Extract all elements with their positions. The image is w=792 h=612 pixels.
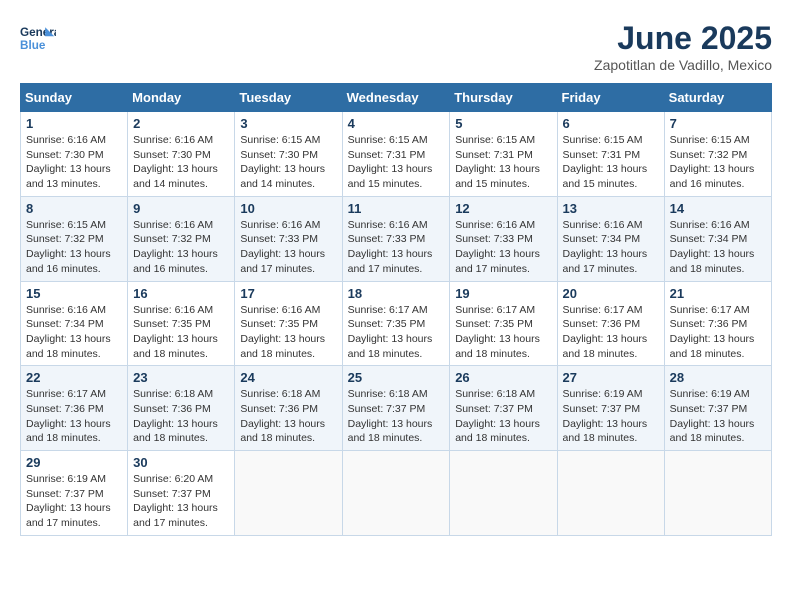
- cell-jun4: 4Sunrise: 6:15 AMSunset: 7:31 PMDaylight…: [342, 112, 450, 197]
- cell-jun30: 30Sunrise: 6:20 AMSunset: 7:37 PMDayligh…: [128, 451, 235, 536]
- cell-jun17: 17Sunrise: 6:16 AMSunset: 7:35 PMDayligh…: [235, 281, 342, 366]
- cell-jun8: 8Sunrise: 6:15 AMSunset: 7:32 PMDaylight…: [21, 196, 128, 281]
- cell-jun29: 29Sunrise: 6:19 AMSunset: 7:37 PMDayligh…: [21, 451, 128, 536]
- cell-jun11: 11Sunrise: 6:16 AMSunset: 7:33 PMDayligh…: [342, 196, 450, 281]
- logo-icon: General Blue: [20, 20, 56, 56]
- table-row: 29Sunrise: 6:19 AMSunset: 7:37 PMDayligh…: [21, 451, 772, 536]
- cell-jun20: 20Sunrise: 6:17 AMSunset: 7:36 PMDayligh…: [557, 281, 664, 366]
- location-subtitle: Zapotitlan de Vadillo, Mexico: [594, 57, 772, 73]
- cell-jun27: 27Sunrise: 6:19 AMSunset: 7:37 PMDayligh…: [557, 366, 664, 451]
- cell-jun1: 1Sunrise: 6:16 AMSunset: 7:30 PMDaylight…: [21, 112, 128, 197]
- cell-jun26: 26Sunrise: 6:18 AMSunset: 7:37 PMDayligh…: [450, 366, 557, 451]
- table-row: 8Sunrise: 6:15 AMSunset: 7:32 PMDaylight…: [21, 196, 772, 281]
- cell-jun3: 3Sunrise: 6:15 AMSunset: 7:30 PMDaylight…: [235, 112, 342, 197]
- logo: General Blue: [20, 20, 56, 56]
- cell-jun7: 7Sunrise: 6:15 AMSunset: 7:32 PMDaylight…: [664, 112, 771, 197]
- header-thursday: Thursday: [450, 84, 557, 112]
- header-monday: Monday: [128, 84, 235, 112]
- title-block: June 2025 Zapotitlan de Vadillo, Mexico: [594, 20, 772, 73]
- cell-jun6: 6Sunrise: 6:15 AMSunset: 7:31 PMDaylight…: [557, 112, 664, 197]
- header-tuesday: Tuesday: [235, 84, 342, 112]
- cell-jun9: 9Sunrise: 6:16 AMSunset: 7:32 PMDaylight…: [128, 196, 235, 281]
- table-row: 1Sunrise: 6:16 AMSunset: 7:30 PMDaylight…: [21, 112, 772, 197]
- header-wednesday: Wednesday: [342, 84, 450, 112]
- cell-empty: [342, 451, 450, 536]
- header-friday: Friday: [557, 84, 664, 112]
- cell-jun23: 23Sunrise: 6:18 AMSunset: 7:36 PMDayligh…: [128, 366, 235, 451]
- cell-jun25: 25Sunrise: 6:18 AMSunset: 7:37 PMDayligh…: [342, 366, 450, 451]
- calendar-table: SundayMondayTuesdayWednesdayThursdayFrid…: [20, 83, 772, 536]
- cell-jun21: 21Sunrise: 6:17 AMSunset: 7:36 PMDayligh…: [664, 281, 771, 366]
- cell-empty: [235, 451, 342, 536]
- cell-empty: [450, 451, 557, 536]
- cell-empty: [557, 451, 664, 536]
- cell-jun16: 16Sunrise: 6:16 AMSunset: 7:35 PMDayligh…: [128, 281, 235, 366]
- cell-jun19: 19Sunrise: 6:17 AMSunset: 7:35 PMDayligh…: [450, 281, 557, 366]
- cell-empty: [664, 451, 771, 536]
- cell-jun12: 12Sunrise: 6:16 AMSunset: 7:33 PMDayligh…: [450, 196, 557, 281]
- cell-jun14: 14Sunrise: 6:16 AMSunset: 7:34 PMDayligh…: [664, 196, 771, 281]
- cell-jun2: 2Sunrise: 6:16 AMSunset: 7:30 PMDaylight…: [128, 112, 235, 197]
- cell-jun18: 18Sunrise: 6:17 AMSunset: 7:35 PMDayligh…: [342, 281, 450, 366]
- cell-jun22: 22Sunrise: 6:17 AMSunset: 7:36 PMDayligh…: [21, 366, 128, 451]
- cell-jun10: 10Sunrise: 6:16 AMSunset: 7:33 PMDayligh…: [235, 196, 342, 281]
- table-row: 22Sunrise: 6:17 AMSunset: 7:36 PMDayligh…: [21, 366, 772, 451]
- cell-jun13: 13Sunrise: 6:16 AMSunset: 7:34 PMDayligh…: [557, 196, 664, 281]
- header-sunday: Sunday: [21, 84, 128, 112]
- cell-jun15: 15Sunrise: 6:16 AMSunset: 7:34 PMDayligh…: [21, 281, 128, 366]
- svg-text:Blue: Blue: [20, 39, 46, 52]
- header-saturday: Saturday: [664, 84, 771, 112]
- cell-jun28: 28Sunrise: 6:19 AMSunset: 7:37 PMDayligh…: [664, 366, 771, 451]
- month-title: June 2025: [594, 20, 772, 57]
- cell-jun5: 5Sunrise: 6:15 AMSunset: 7:31 PMDaylight…: [450, 112, 557, 197]
- cell-jun24: 24Sunrise: 6:18 AMSunset: 7:36 PMDayligh…: [235, 366, 342, 451]
- page-header: General Blue June 2025 Zapotitlan de Vad…: [20, 20, 772, 73]
- table-row: 15Sunrise: 6:16 AMSunset: 7:34 PMDayligh…: [21, 281, 772, 366]
